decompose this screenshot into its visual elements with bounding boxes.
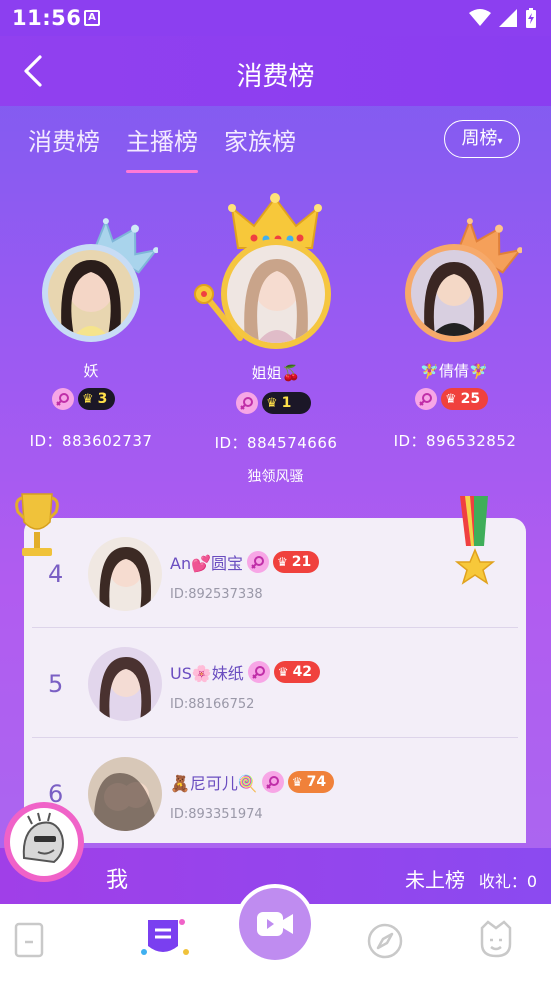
period-label: 周榜 <box>461 128 498 149</box>
list-item[interactable]: 4 An💕圆宝 ♛ 21 ID:892537338 <box>24 518 526 628</box>
user-name: US🌸妹纸 <box>170 664 244 683</box>
go-live-circle <box>239 888 311 960</box>
ranking-list: 4 An💕圆宝 ♛ 21 ID:892537338 5 US🌸妹纸 ♛ 42 ID:… <box>24 518 526 843</box>
level-badge: ♛ 42 <box>273 661 321 683</box>
avatar <box>48 250 134 336</box>
crown-level-icon: ♛ <box>277 665 289 679</box>
video-camera-icon <box>257 912 293 936</box>
nav-ranking-icon[interactable] <box>140 916 190 960</box>
female-icon <box>247 661 270 683</box>
my-avatar[interactable] <box>4 802 84 882</box>
avatar <box>88 537 162 611</box>
level-badge: ♛ 3 <box>78 388 116 410</box>
avatar <box>88 647 162 721</box>
level-badge: ♛ 1 <box>262 392 312 414</box>
tab-anchor[interactable]: 主播榜 <box>126 122 198 173</box>
level-value: 74 <box>306 774 327 790</box>
status-time: 11:56 <box>12 6 82 30</box>
crown-level-icon: ♛ <box>266 395 278 411</box>
crown-level-icon: ♛ <box>291 775 303 789</box>
avatar <box>88 757 162 831</box>
nav-home-icon[interactable] <box>14 922 44 958</box>
name-line: US🌸妹纸 ♛ 42 <box>170 660 321 684</box>
podium-id: ID：883602737 <box>29 432 153 450</box>
level-value: 1 <box>281 395 292 411</box>
podium-badges: ♛ 1 <box>236 392 312 414</box>
female-icon <box>261 771 284 793</box>
tab-family[interactable]: 家族榜 <box>224 122 296 167</box>
crown-level-icon: ♛ <box>82 391 94 407</box>
battery-icon <box>526 8 536 28</box>
female-icon <box>247 551 270 573</box>
level-value: 3 <box>97 391 108 407</box>
podium-badges: ♛ 3 <box>52 388 116 410</box>
ranking-tabs: 消费榜 主播榜 家族榜 <box>28 122 296 173</box>
caret-down-icon: ▾ <box>497 136 503 147</box>
podium-name: 🧚‍♀️倩倩🧚‍♀️ <box>420 362 488 380</box>
header-bar: 消费榜 <box>0 36 551 106</box>
podium-name: 妖 <box>83 362 99 380</box>
female-icon <box>52 388 74 410</box>
rank-number: 5 <box>48 670 64 698</box>
avatar <box>411 250 497 336</box>
level-badge: ♛ 25 <box>441 388 489 410</box>
nav-discover-icon[interactable] <box>366 922 404 960</box>
podium-slogan: 独领风骚 <box>247 469 304 485</box>
podium-id: ID：884574666 <box>214 434 338 452</box>
podium-id: ID：896532852 <box>393 432 517 450</box>
list-item[interactable]: 5 US🌸妹纸 ♛ 42 ID:88166752 <box>24 628 526 738</box>
level-badge: ♛ 21 <box>273 551 320 573</box>
trophy-icon <box>15 493 59 556</box>
level-value: 21 <box>291 554 312 570</box>
system-icons <box>469 8 537 28</box>
signal-icon <box>499 9 517 27</box>
female-icon <box>236 392 258 414</box>
status-bar: 11:56 A <box>0 0 551 36</box>
name-line: 🧸尼可儿🍭 ♛ 74 <box>170 770 335 794</box>
level-value: 25 <box>460 391 481 407</box>
period-select[interactable]: 周榜▾ <box>444 120 520 158</box>
user-id: ID:88166752 <box>170 697 255 712</box>
rank-number: 4 <box>48 560 64 588</box>
user-id: ID:892537338 <box>170 587 263 602</box>
my-gift-count: 收礼：0 <box>478 872 537 891</box>
my-rank-status: 未上榜 <box>405 868 465 892</box>
level-badge: ♛ 74 <box>287 771 335 793</box>
notification-a-icon: A <box>84 10 100 26</box>
my-label: 我 <box>106 868 129 893</box>
user-name: 🧸尼可儿🍭 <box>170 774 258 793</box>
user-name: An💕圆宝 <box>170 554 244 573</box>
list-item[interactable]: 6 🧸尼可儿🍭 ♛ 74 ID:893351974 <box>24 738 526 843</box>
podium-badges: ♛ 25 <box>415 388 489 410</box>
wifi-icon <box>469 9 491 26</box>
nav-profile-icon[interactable] <box>478 920 514 960</box>
medal-icon <box>454 496 496 585</box>
avatar <box>227 245 325 343</box>
tab-consumption[interactable]: 消费榜 <box>28 122 100 167</box>
page-title: 消费榜 <box>236 62 315 92</box>
go-live-button[interactable] <box>235 884 315 964</box>
level-value: 42 <box>292 664 313 680</box>
podium-name: 姐姐🍒 <box>251 364 301 382</box>
user-id: ID:893351974 <box>170 807 263 822</box>
female-icon <box>415 388 437 410</box>
name-line: An💕圆宝 ♛ 21 <box>170 550 320 574</box>
crown-level-icon: ♛ <box>277 555 288 569</box>
crown-level-icon: ♛ <box>445 391 457 407</box>
